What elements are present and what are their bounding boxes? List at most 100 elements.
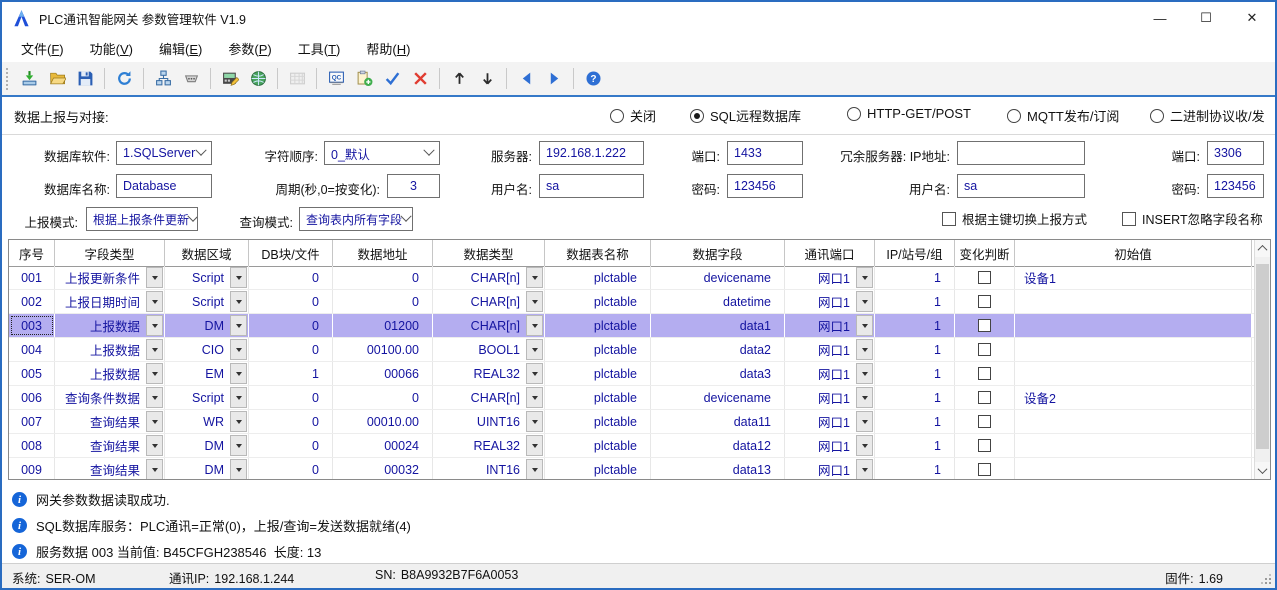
cell-table_name[interactable]: plctable [545, 386, 651, 409]
dropdown-button[interactable] [230, 411, 247, 432]
serial-port-icon[interactable] [178, 66, 204, 92]
cell-station[interactable]: 1 [875, 434, 955, 457]
report-mode-select[interactable]: 根据上报条件更新 [86, 207, 198, 231]
dropdown-button[interactable] [146, 411, 163, 432]
port-input[interactable]: 1433 [727, 141, 803, 165]
cell-change[interactable] [955, 338, 1015, 361]
cell-address[interactable]: 01200 [333, 314, 433, 337]
minimize-button[interactable]: — [1137, 2, 1183, 34]
network-nodes-icon[interactable] [150, 66, 176, 92]
dropdown-button[interactable] [526, 339, 543, 360]
cell-station[interactable]: 1 [875, 410, 955, 433]
cell-station[interactable]: 1 [875, 362, 955, 385]
prev-record-icon[interactable] [513, 66, 539, 92]
cell-port[interactable]: 网口1 [785, 266, 875, 289]
redundant-ip-input[interactable] [957, 141, 1085, 165]
cell-db_block[interactable]: 1 [249, 362, 333, 385]
cell-id[interactable]: 002 [9, 290, 55, 313]
cell-field[interactable]: devicename [651, 266, 785, 289]
cell-address[interactable]: 00100.00 [333, 338, 433, 361]
cell-db_block[interactable]: 0 [249, 290, 333, 313]
menu-file[interactable]: 文件(F) [8, 35, 77, 62]
cell-address[interactable]: 00066 [333, 362, 433, 385]
dropdown-button[interactable] [856, 411, 873, 432]
cell-id[interactable]: 005 [9, 362, 55, 385]
password2-input[interactable]: 123456 [1207, 174, 1264, 198]
delete-cross-icon[interactable] [407, 66, 433, 92]
network-globe-icon[interactable] [245, 66, 271, 92]
radio-close[interactable]: 关闭 [610, 106, 656, 125]
cell-data_type[interactable]: REAL32 [433, 434, 545, 457]
cell-port[interactable]: 网口1 [785, 290, 875, 313]
dropdown-button[interactable] [526, 387, 543, 408]
dropdown-button[interactable] [230, 459, 247, 479]
cell-field[interactable]: data12 [651, 434, 785, 457]
cell-table_name[interactable]: plctable [545, 410, 651, 433]
username-input[interactable]: sa [539, 174, 644, 198]
cell-field_type[interactable]: 上报数据 [55, 314, 165, 337]
cell-area[interactable]: EM [165, 362, 249, 385]
radio-http[interactable]: HTTP-GET/POST [847, 106, 971, 121]
dropdown-button[interactable] [856, 339, 873, 360]
cell-field_type[interactable]: 上报更新条件 [55, 266, 165, 289]
change-checkbox[interactable] [978, 367, 991, 380]
column-header-port[interactable]: 通讯端口 [785, 240, 875, 266]
cell-area[interactable]: DM [165, 314, 249, 337]
vertical-scrollbar[interactable] [1254, 240, 1270, 479]
server-input[interactable]: 192.168.1.222 [539, 141, 644, 165]
cell-port[interactable]: 网口1 [785, 386, 875, 409]
cell-area[interactable]: DM [165, 458, 249, 479]
cell-area[interactable]: DM [165, 434, 249, 457]
cell-table_name[interactable]: plctable [545, 314, 651, 337]
cell-station[interactable]: 1 [875, 386, 955, 409]
cell-address[interactable]: 00010.00 [333, 410, 433, 433]
column-header-db_block[interactable]: DB块/文件 [249, 240, 333, 266]
gateway-import-icon[interactable] [16, 66, 42, 92]
next-record-icon[interactable] [541, 66, 567, 92]
cell-init_value[interactable] [1015, 458, 1252, 479]
db-name-input[interactable]: Database [116, 174, 212, 198]
dropdown-button[interactable] [146, 363, 163, 384]
cell-db_block[interactable]: 0 [249, 410, 333, 433]
cell-change[interactable] [955, 434, 1015, 457]
menu-function[interactable]: 功能(V) [77, 35, 146, 62]
cell-init_value[interactable] [1015, 338, 1252, 361]
dropdown-button[interactable] [526, 315, 543, 336]
cell-address[interactable]: 0 [333, 266, 433, 289]
cell-station[interactable]: 1 [875, 458, 955, 479]
cell-change[interactable] [955, 314, 1015, 337]
cell-port[interactable]: 网口1 [785, 314, 875, 337]
cell-init_value[interactable] [1015, 362, 1252, 385]
column-header-station[interactable]: IP/站号/组 [875, 240, 955, 266]
change-checkbox[interactable] [978, 415, 991, 428]
cell-port[interactable]: 网口1 [785, 434, 875, 457]
dropdown-button[interactable] [230, 315, 247, 336]
cell-field[interactable]: data2 [651, 338, 785, 361]
column-header-field_type[interactable]: 字段类型 [55, 240, 165, 266]
cell-db_block[interactable]: 0 [249, 266, 333, 289]
menu-help[interactable]: 帮助(H) [353, 35, 423, 62]
cell-table_name[interactable]: plctable [545, 338, 651, 361]
cell-data_type[interactable]: BOOL1 [433, 338, 545, 361]
dropdown-button[interactable] [230, 435, 247, 456]
cell-field[interactable]: datetime [651, 290, 785, 313]
password-input[interactable]: 123456 [727, 174, 803, 198]
dropdown-button[interactable] [526, 267, 543, 288]
dropdown-button[interactable] [526, 291, 543, 312]
dropdown-button[interactable] [230, 267, 247, 288]
cell-db_block[interactable]: 0 [249, 434, 333, 457]
dropdown-button[interactable] [146, 459, 163, 479]
column-header-change[interactable]: 变化判断 [955, 240, 1015, 266]
cell-field[interactable]: devicename [651, 386, 785, 409]
dropdown-button[interactable] [146, 435, 163, 456]
cell-station[interactable]: 1 [875, 266, 955, 289]
dropdown-button[interactable] [146, 291, 163, 312]
column-header-data_type[interactable]: 数据类型 [433, 240, 545, 266]
radio-mqtt[interactable]: MQTT发布/订阅 [1007, 106, 1119, 125]
cell-address[interactable]: 0 [333, 386, 433, 409]
maximize-button[interactable]: ☐ [1183, 2, 1229, 34]
cell-station[interactable]: 1 [875, 290, 955, 313]
cell-field_type[interactable]: 查询结果 [55, 458, 165, 479]
primary-key-checkbox[interactable]: 根据主键切换上报方式 [942, 209, 1087, 228]
scroll-down-button[interactable] [1255, 462, 1270, 479]
